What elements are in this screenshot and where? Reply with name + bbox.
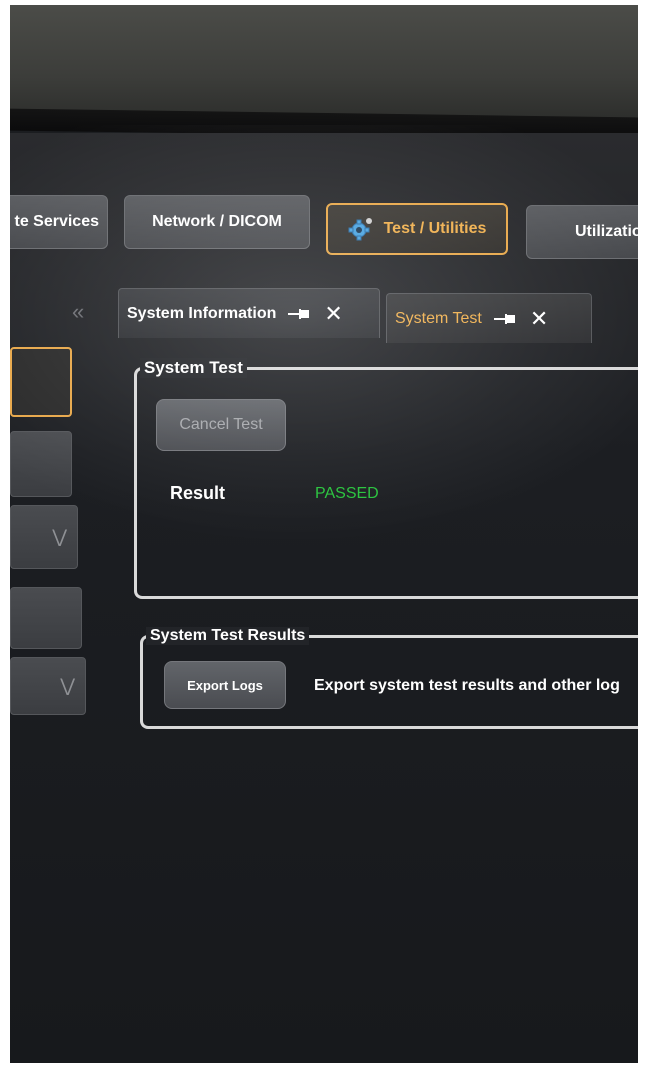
export-logs-label: Export Logs	[187, 677, 263, 693]
result-status: PASSED	[315, 485, 379, 502]
sidebar-item[interactable]	[10, 587, 82, 649]
pin-icon[interactable]	[493, 313, 516, 325]
system-test-results-title: System Test Results	[146, 627, 310, 645]
nav-utilization-label: Utilizatio	[575, 223, 638, 240]
close-icon[interactable]: ✕	[530, 306, 548, 332]
nav-test-utilities-label: Test / Utilities	[383, 220, 487, 237]
sidebar-item[interactable]	[10, 431, 72, 497]
cancel-test-button[interactable]: Cancel Test	[156, 399, 286, 451]
chevron-down-icon: ⋁	[60, 675, 75, 696]
collapse-sidebar-icon[interactable]: «	[72, 299, 84, 325]
tab-system-information-label: System Information	[127, 304, 277, 322]
nav-remote-services-label: te Services	[14, 213, 99, 230]
export-logs-button[interactable]: Export Logs	[164, 661, 286, 709]
tab-system-information[interactable]: System Information ✕	[118, 288, 380, 338]
nav-utilization[interactable]: Utilizatio	[526, 205, 638, 259]
tab-system-test-label: System Test	[395, 309, 482, 327]
nav-remote-services[interactable]: te Services	[10, 195, 108, 249]
sidebar-item-selected[interactable]	[10, 347, 72, 417]
gear-icon	[348, 217, 374, 241]
chevron-down-icon: ⋁	[52, 526, 67, 547]
nav-test-utilities[interactable]: Test / Utilities	[326, 203, 508, 255]
nav-network-dicom-label: Network / DICOM	[152, 213, 282, 230]
export-description: Export system test results and other log	[314, 677, 620, 694]
tab-system-test[interactable]: System Test ✕	[386, 293, 592, 343]
system-test-title: System Test	[140, 358, 247, 378]
close-icon[interactable]: ✕	[324, 301, 342, 327]
monitor-bezel	[10, 5, 638, 125]
photo-frame: te Services Network / DICOM Test / Utili…	[10, 5, 638, 1063]
cancel-test-label: Cancel Test	[179, 416, 263, 433]
pin-icon[interactable]	[288, 308, 310, 320]
sidebar-item-expandable[interactable]: ⋁	[10, 505, 78, 569]
result-label: Result	[170, 483, 226, 503]
sidebar-item-expandable[interactable]: ⋁	[10, 657, 86, 715]
nav-network-dicom[interactable]: Network / DICOM	[124, 195, 310, 249]
